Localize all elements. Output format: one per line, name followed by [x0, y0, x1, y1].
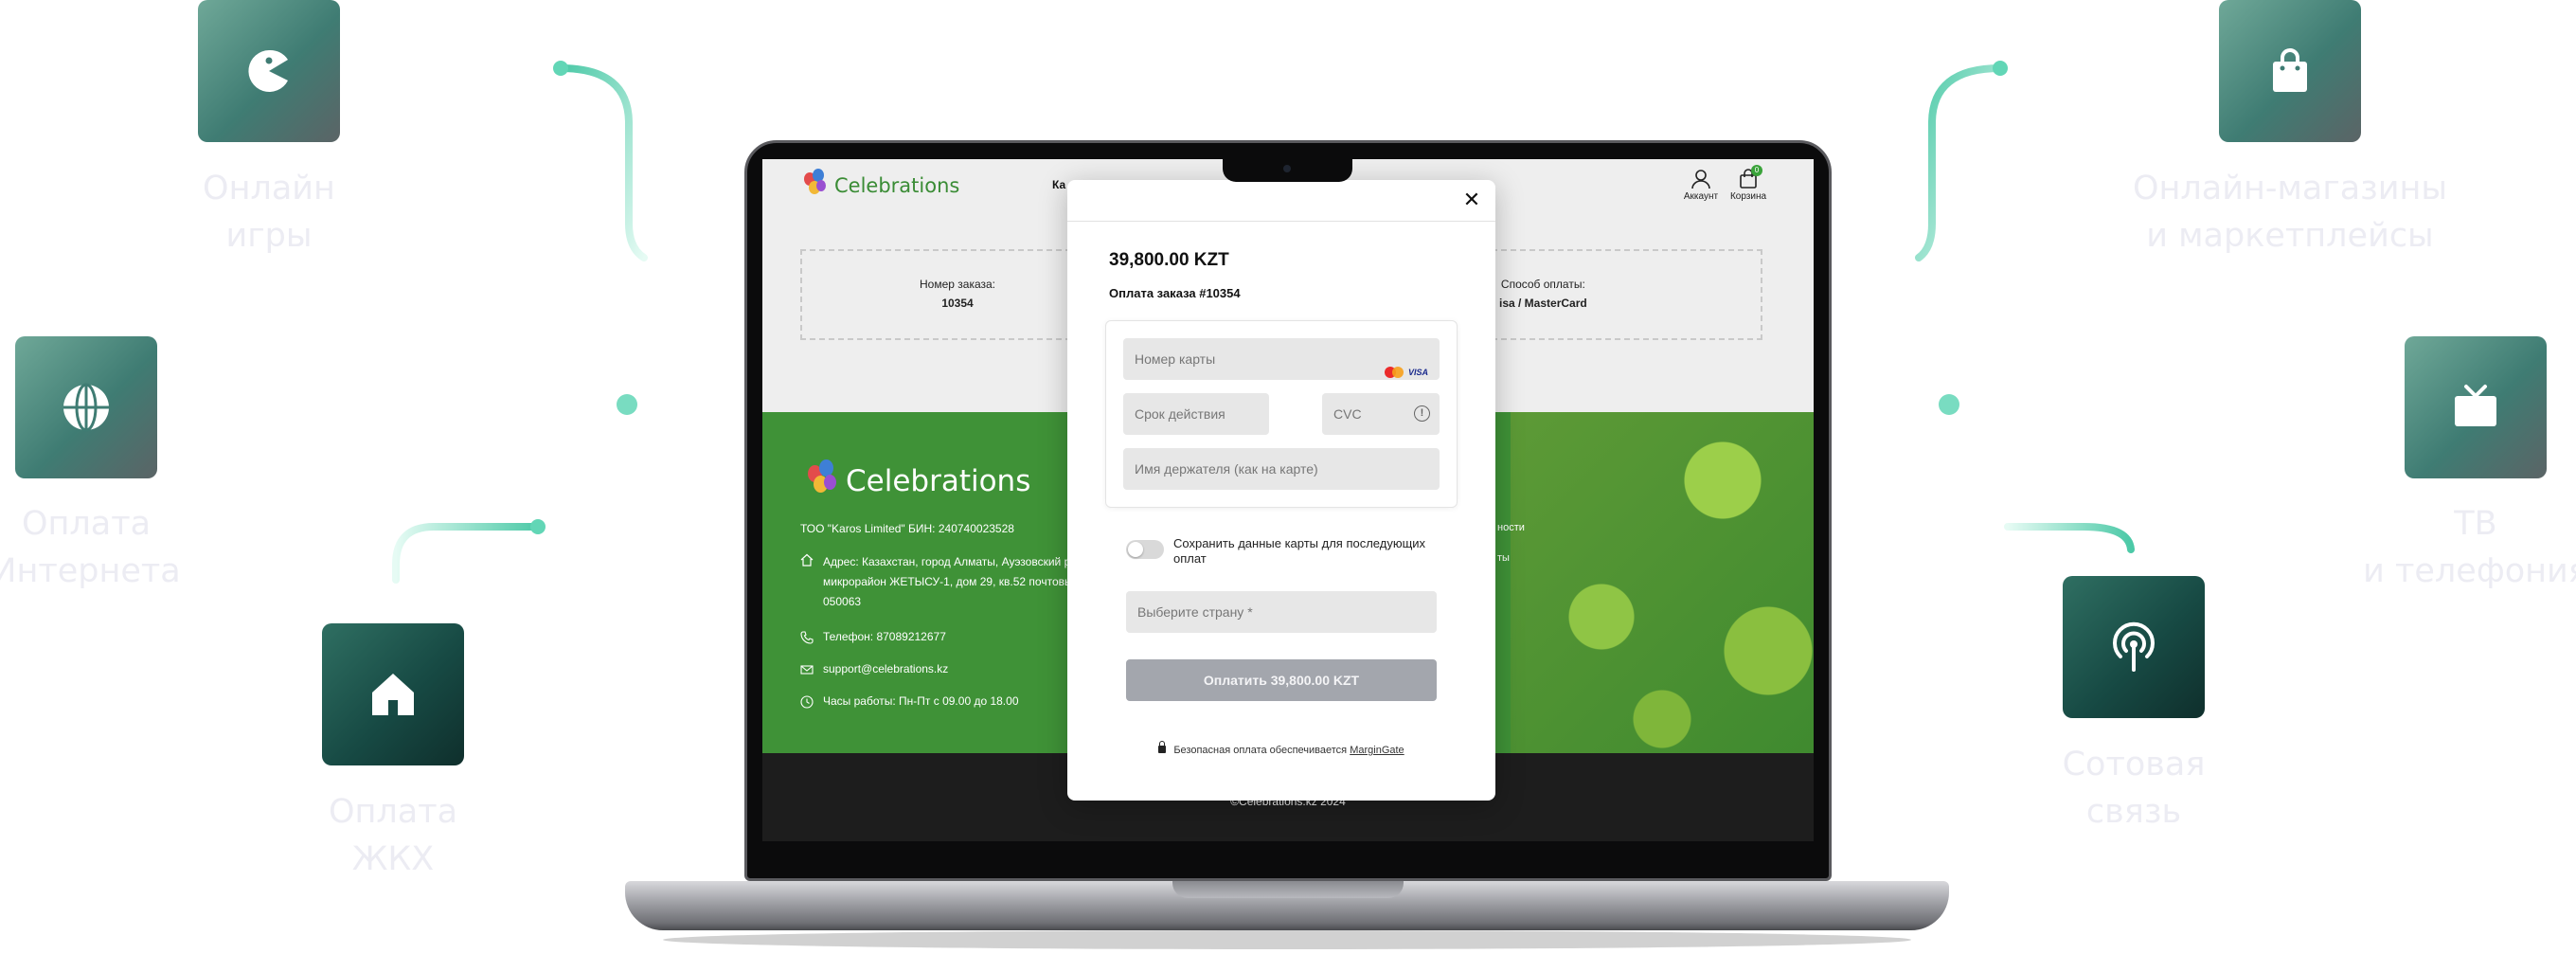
mastercard-icon [1384, 367, 1404, 378]
hours-text: Часы работы: Пн-Пт с 09.00 до 18.00 [823, 694, 1019, 708]
secure-text: Безопасная оплата обеспечивается [1173, 745, 1348, 756]
category-tile-internet[interactable] [15, 336, 157, 478]
payment-method-label: Способ оплаты: [1500, 278, 1585, 291]
phone-icon [800, 631, 814, 644]
laptop-screen: Celebrations Ка Аккаунт Корзина 0 Номер … [762, 159, 1814, 841]
margingate-link[interactable]: MarginGate [1350, 745, 1404, 756]
connector-games [553, 61, 648, 261]
globe-icon [63, 383, 109, 432]
modal-topbar: ✕ [1067, 180, 1495, 222]
order-number-value: 10354 [941, 297, 974, 310]
lock-icon [1158, 741, 1167, 753]
camera-dot [1283, 165, 1291, 172]
laptop-base-groove [1172, 881, 1404, 898]
category-label-tv: ТВ и телефония [2363, 505, 2576, 590]
connector-shops [1915, 61, 2008, 261]
payment-modal: ✕ 39,800.00 KZT Оплата заказа #10354 Ном… [1067, 180, 1495, 801]
footer-brand-name: Celebrations [846, 464, 1031, 498]
category-tile-games[interactable] [198, 0, 340, 142]
account-button[interactable]: Аккаунт [1677, 169, 1725, 202]
save-card-toggle[interactable] [1126, 540, 1164, 559]
connector-internet [602, 394, 748, 415]
save-card-label: Сохранить данные карты для последующих о… [1173, 536, 1426, 566]
card-number-field[interactable]: Номер карты VISA [1123, 338, 1440, 380]
category-tile-mobile[interactable] [2063, 576, 2205, 718]
phone-text: Телефон: 87089212677 [823, 630, 946, 643]
card-number-placeholder: Номер карты [1135, 351, 1216, 367]
cart-count-badge: 0 [1751, 165, 1762, 176]
payment-method-value: isa / MasterCard [1499, 297, 1587, 310]
category-label-internet: Оплата Интернета [0, 505, 181, 590]
category-label-games: Онлайн игры [203, 170, 335, 255]
order-payment-title: Оплата заказа #10354 [1109, 286, 1241, 300]
card-brand-icons: VISA [1384, 351, 1428, 393]
category-tile-shops[interactable] [2219, 0, 2361, 142]
expiry-placeholder: Срок действия [1135, 406, 1225, 422]
connector-tv [1828, 394, 1974, 415]
user-icon [1691, 170, 1710, 189]
category-label-shops: Онлайн-магазины и маркетплейсы [2132, 170, 2448, 255]
promo-stage: Онлайн игры Оплата Интернета Оплата ЖКХ Онл… [0, 0, 2576, 972]
cart-button[interactable]: Корзина 0 [1725, 165, 1772, 202]
tv-icon [2455, 385, 2496, 426]
brand-name: Celebrations [834, 174, 960, 197]
clock-icon [800, 695, 814, 709]
toggle-knob [1128, 542, 1143, 557]
address-row: Адрес: Казахстан, город Алматы, Ауэзовск… [800, 552, 1088, 612]
order-number-label: Номер заказа: [920, 278, 996, 291]
cart-label: Корзина [1729, 191, 1767, 202]
laptop-shadow [663, 930, 1911, 949]
connector-mobile [2004, 523, 2135, 553]
card-form: Номер карты VISA Срок действия CVC ! Имя… [1105, 320, 1458, 508]
cardholder-name-field[interactable]: Имя держателя (как на карте) [1123, 448, 1440, 490]
category-label-mobile: Сотовая связь [2062, 746, 2206, 831]
cardholder-placeholder: Имя держателя (как на карте) [1135, 461, 1318, 477]
pacman-icon [248, 49, 288, 92]
shopping-bag-icon [2273, 48, 2307, 92]
category-label-utilities: Оплата ЖКХ [328, 793, 458, 878]
hours-row: Часы работы: Пн-Пт с 09.00 до 18.00 [800, 694, 1019, 709]
balloons-photo [1511, 412, 1814, 753]
category-tile-utilities[interactable] [322, 623, 464, 765]
home-icon [800, 553, 814, 567]
camera-notch [1223, 157, 1352, 182]
pay-button[interactable]: Оплатить 39,800.00 KZT [1126, 659, 1437, 701]
footer-link-1[interactable]: ности [1497, 522, 1525, 533]
company-info: ТОО "Karos Limited" БИН: 240740023528 [800, 522, 1014, 535]
secure-payment-note: Безопасная оплата обеспечивается MarginG… [1067, 741, 1495, 756]
address-line-2: микрорайон ЖЕТЫСУ-1, дом 29, кв.52 почто… [823, 575, 1089, 588]
email-text: support@celebrations.kz [823, 662, 949, 675]
save-card-row: Сохранить данные карты для последующих о… [1126, 536, 1448, 567]
category-tile-tv[interactable] [2405, 336, 2547, 478]
house-icon [372, 674, 414, 715]
footer-logo: Celebrations [808, 459, 1030, 503]
cvc-field[interactable]: CVC ! [1322, 393, 1440, 435]
close-icon[interactable]: ✕ [1461, 189, 1482, 210]
info-icon[interactable]: ! [1414, 405, 1430, 422]
payment-amount: 39,800.00 KZT [1109, 250, 1229, 270]
country-select[interactable]: Выберите страну * [1126, 591, 1437, 633]
cvc-placeholder: CVC [1333, 406, 1362, 422]
balloons-logo-icon [804, 169, 829, 203]
site-logo[interactable]: Celebrations [804, 169, 959, 203]
mail-icon [800, 665, 814, 675]
address-line-1: Адрес: Казахстан, город Алматы, Ауэзовск… [823, 555, 1083, 568]
footer-link-2[interactable]: ты [1497, 552, 1510, 564]
order-number-block: Номер заказа: 10354 [920, 278, 995, 310]
email-row[interactable]: support@celebrations.kz [800, 662, 948, 676]
header-menu-item[interactable]: Ка [1052, 178, 1065, 191]
payment-method-block: Способ оплаты: isa / MasterCard [1499, 278, 1587, 310]
footer-balloons-icon [808, 459, 840, 503]
phone-row[interactable]: Телефон: 87089212677 [800, 630, 946, 644]
signal-tower-icon [2113, 621, 2155, 672]
address-line-3: 050063 [823, 595, 862, 608]
visa-icon: VISA [1407, 368, 1428, 377]
account-label: Аккаунт [1683, 191, 1719, 202]
expiry-field[interactable]: Срок действия [1123, 393, 1269, 435]
connector-utilities [392, 519, 546, 584]
